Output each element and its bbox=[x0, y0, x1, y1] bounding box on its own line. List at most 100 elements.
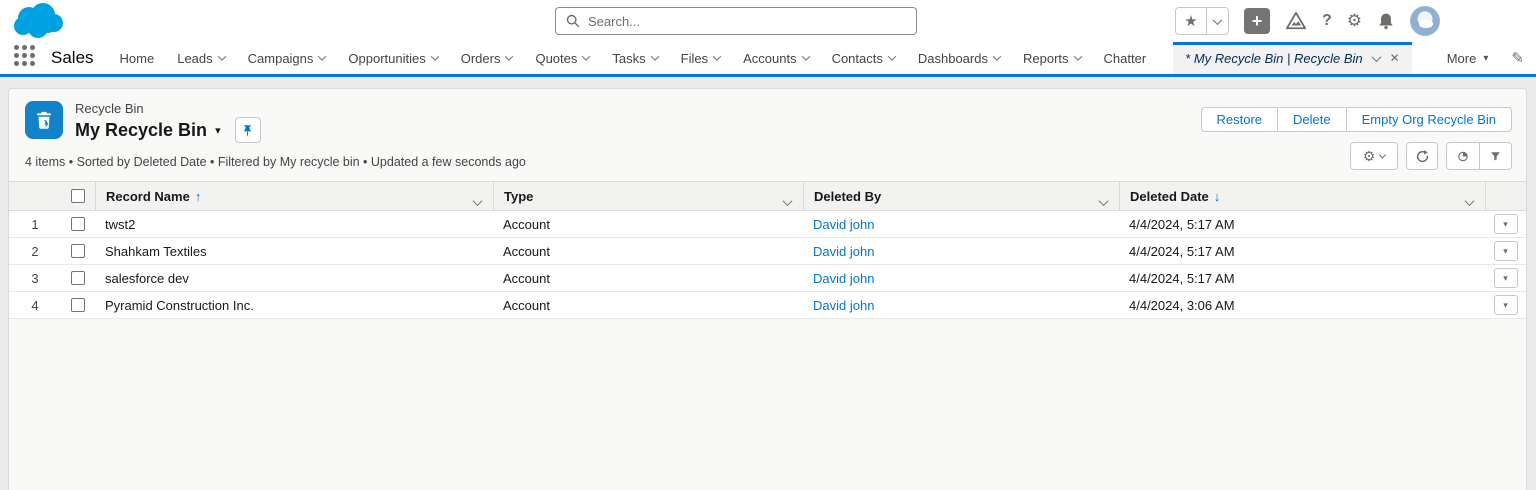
global-header: ★ + ? ⚙ bbox=[0, 0, 1536, 42]
charts-button[interactable] bbox=[1447, 143, 1479, 169]
deleted-date-cell: 4/4/2024, 5:17 AM bbox=[1129, 270, 1235, 286]
page-background: Recycle Bin My Recycle Bin ▾ 4 items • S… bbox=[0, 77, 1536, 490]
column-header-type[interactable]: Type bbox=[493, 182, 803, 210]
type-cell: Account bbox=[503, 297, 550, 313]
column-menu-chevron-icon[interactable] bbox=[1464, 194, 1475, 209]
favorites-dropdown-icon[interactable] bbox=[1205, 8, 1228, 34]
row-actions-button[interactable]: ▾ bbox=[1493, 241, 1518, 261]
edit-nav-pencil-icon[interactable]: ✎ bbox=[1511, 49, 1524, 67]
row-checkbox[interactable] bbox=[71, 298, 85, 312]
nav-tab-opportunities[interactable]: Opportunities bbox=[348, 51, 439, 66]
chevron-down-icon[interactable] bbox=[650, 52, 659, 61]
select-all-checkbox[interactable] bbox=[71, 189, 85, 203]
active-tab-label: * My Recycle Bin | Recycle Bin bbox=[1185, 50, 1363, 66]
refresh-button[interactable] bbox=[1406, 142, 1438, 170]
type-cell: Account bbox=[503, 216, 550, 232]
entity-label: Recycle Bin bbox=[75, 101, 144, 116]
row-number: 3 bbox=[31, 270, 39, 286]
chevron-down-icon[interactable] bbox=[217, 52, 226, 61]
row-actions-button[interactable]: ▾ bbox=[1493, 295, 1518, 315]
close-icon[interactable]: ✕ bbox=[1390, 51, 1400, 65]
pin-icon bbox=[244, 124, 251, 136]
help-icon[interactable]: ? bbox=[1322, 12, 1332, 30]
deleted-date-cell: 4/4/2024, 5:17 AM bbox=[1129, 243, 1235, 259]
row-actions-header bbox=[1485, 182, 1526, 210]
nav-tab-files[interactable]: Files bbox=[681, 51, 722, 66]
app-launcher-icon[interactable] bbox=[14, 45, 35, 71]
column-menu-chevron-icon[interactable] bbox=[472, 194, 483, 209]
nav-tab-leads[interactable]: Leads bbox=[177, 51, 226, 66]
nav-tab-accounts[interactable]: Accounts bbox=[743, 51, 810, 66]
chevron-down-icon[interactable] bbox=[1371, 51, 1382, 62]
nav-tab-quotes[interactable]: Quotes bbox=[535, 51, 591, 66]
deleted-by-link[interactable]: David john bbox=[813, 271, 874, 286]
row-checkbox[interactable] bbox=[71, 217, 85, 231]
table-header-row: Record Name ↑ Type Deleted By Deleted Da… bbox=[9, 181, 1526, 211]
guidance-trailhead-icon[interactable] bbox=[1285, 11, 1307, 31]
chevron-down-icon[interactable] bbox=[801, 52, 810, 61]
nav-more-menu[interactable]: More ▾ bbox=[1447, 51, 1489, 66]
filter-button[interactable] bbox=[1479, 143, 1511, 169]
row-checkbox[interactable] bbox=[71, 271, 85, 285]
search-input[interactable] bbox=[588, 13, 906, 29]
nav-tab-orders[interactable]: Orders bbox=[461, 51, 514, 66]
deleted-date-cell: 4/4/2024, 5:17 AM bbox=[1129, 216, 1235, 232]
app-name[interactable]: Sales bbox=[51, 48, 94, 68]
column-menu-chevron-icon[interactable] bbox=[782, 194, 793, 209]
nav-tab-campaigns[interactable]: Campaigns bbox=[248, 51, 327, 66]
table-row: 4 Pyramid Construction Inc. Account Davi… bbox=[9, 292, 1526, 319]
notifications-bell-icon[interactable] bbox=[1377, 12, 1395, 30]
triangle-down-icon: ▾ bbox=[1483, 52, 1489, 64]
chevron-down-icon[interactable] bbox=[430, 52, 439, 61]
search-icon bbox=[566, 14, 580, 28]
chevron-down-icon[interactable] bbox=[1073, 52, 1082, 61]
nav-tab-tasks[interactable]: Tasks bbox=[612, 51, 659, 66]
column-menu-chevron-icon[interactable] bbox=[1098, 194, 1109, 209]
record-name-cell: Shahkam Textiles bbox=[105, 243, 207, 259]
deleted-by-link[interactable]: David john bbox=[813, 244, 874, 259]
chevron-down-icon[interactable] bbox=[887, 52, 897, 61]
nav-tab-chatter[interactable]: Chatter bbox=[1104, 51, 1147, 66]
chart-filter-button-group bbox=[1446, 142, 1512, 170]
nav-tab-my-recycle-bin-active[interactable]: * My Recycle Bin | Recycle Bin ✕ bbox=[1173, 42, 1412, 74]
chevron-down-icon[interactable] bbox=[712, 52, 722, 61]
row-actions-button[interactable]: ▾ bbox=[1493, 214, 1518, 234]
chevron-down-icon[interactable] bbox=[505, 52, 514, 61]
delete-button[interactable]: Delete bbox=[1277, 107, 1347, 132]
chevron-down-icon[interactable] bbox=[992, 52, 1002, 61]
user-avatar[interactable] bbox=[1410, 6, 1440, 36]
sort-asc-icon: ↑ bbox=[194, 188, 202, 204]
pin-list-view-button[interactable] bbox=[234, 117, 261, 143]
sort-desc-icon: ↓ bbox=[1213, 188, 1221, 204]
column-header-record-name[interactable]: Record Name ↑ bbox=[95, 182, 493, 210]
list-view-settings-button[interactable]: ⚙ bbox=[1350, 142, 1398, 170]
recycle-bin-entity-icon bbox=[25, 101, 63, 139]
nav-tab-home[interactable]: Home bbox=[120, 51, 155, 66]
nav-tab-dashboards[interactable]: Dashboards bbox=[918, 51, 1002, 66]
list-view-selector-caret-icon[interactable]: ▾ bbox=[215, 124, 221, 137]
column-header-deleted-by[interactable]: Deleted By bbox=[803, 182, 1119, 210]
deleted-by-link[interactable]: David john bbox=[813, 217, 874, 232]
list-status-line: 4 items • Sorted by Deleted Date • Filte… bbox=[25, 155, 526, 169]
row-number: 2 bbox=[31, 243, 39, 259]
global-actions-plus-icon[interactable]: + bbox=[1243, 8, 1270, 34]
list-view-controls: ⚙ bbox=[1350, 142, 1512, 170]
setup-gear-icon[interactable]: ⚙ bbox=[1347, 11, 1362, 31]
chevron-down-icon[interactable] bbox=[582, 52, 591, 61]
column-header-deleted-date[interactable]: Deleted Date ↓ bbox=[1119, 182, 1485, 210]
chevron-down-icon bbox=[1212, 14, 1223, 25]
list-action-buttons: Restore Delete Empty Org Recycle Bin bbox=[1200, 107, 1512, 132]
deleted-by-link[interactable]: David john bbox=[813, 298, 874, 313]
restore-button[interactable]: Restore bbox=[1200, 107, 1279, 132]
records-table: Record Name ↑ Type Deleted By Deleted Da… bbox=[9, 181, 1526, 319]
nav-tab-contacts[interactable]: Contacts bbox=[832, 51, 897, 66]
favorites-button-group: ★ bbox=[1174, 7, 1229, 35]
favorites-star-icon[interactable]: ★ bbox=[1175, 8, 1206, 34]
chevron-down-icon bbox=[1379, 151, 1387, 159]
row-actions-button[interactable]: ▾ bbox=[1493, 268, 1518, 288]
empty-org-recycle-bin-button[interactable]: Empty Org Recycle Bin bbox=[1345, 107, 1512, 132]
row-checkbox[interactable] bbox=[71, 244, 85, 258]
nav-tab-reports[interactable]: Reports bbox=[1023, 51, 1082, 66]
global-search[interactable] bbox=[555, 7, 917, 35]
chevron-down-icon[interactable] bbox=[318, 52, 327, 61]
